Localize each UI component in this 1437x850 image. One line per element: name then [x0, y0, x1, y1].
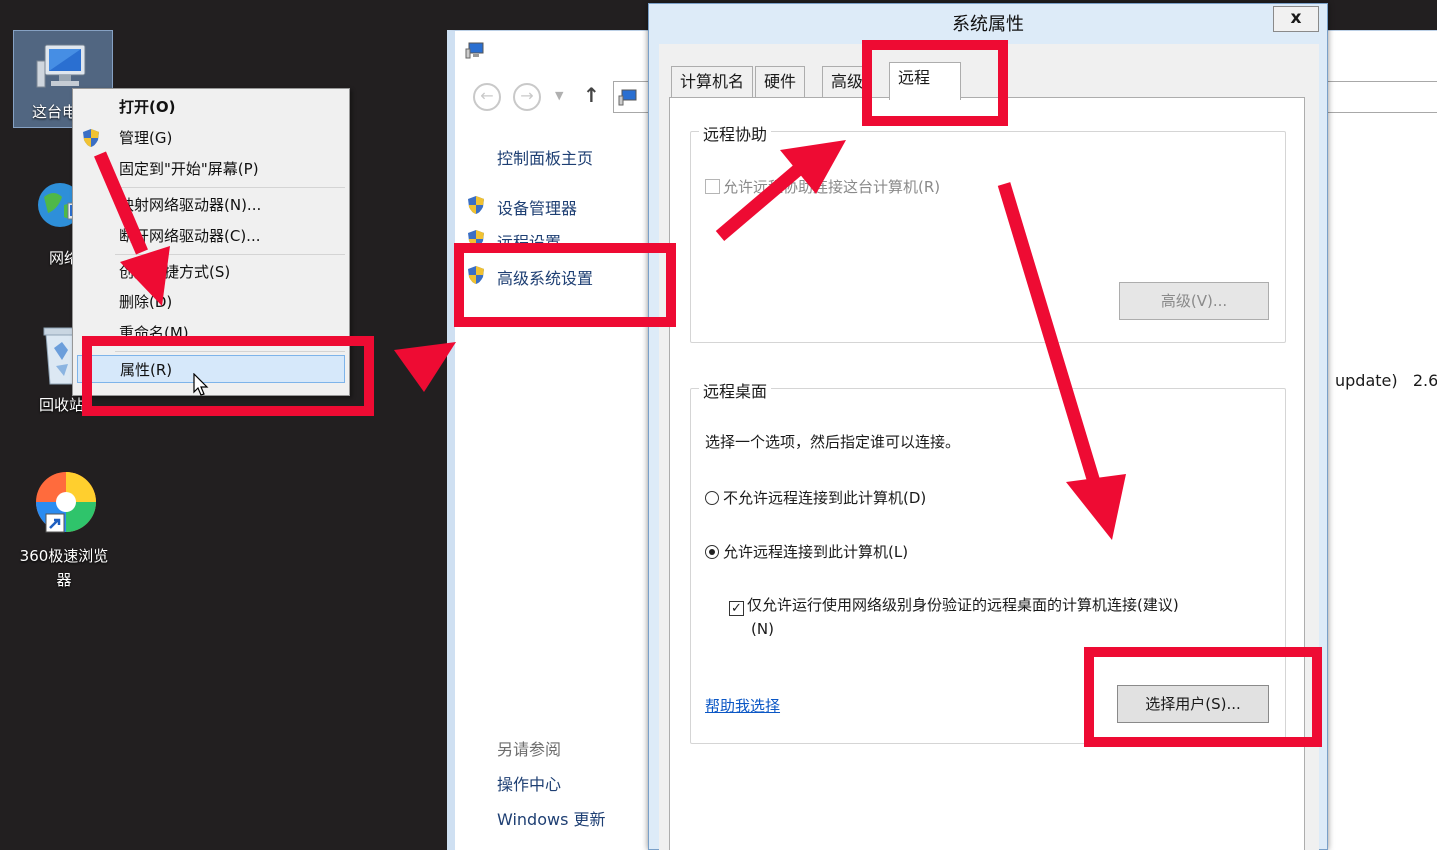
annotation-arrows: [94, 140, 1126, 540]
tab-remote[interactable]: 远程: [889, 62, 961, 100]
red-arrow-icon: [715, 140, 846, 241]
red-arrow-icon: [94, 151, 170, 306]
red-arrow-icon: [394, 342, 456, 392]
red-arrow-icon: [997, 182, 1126, 540]
